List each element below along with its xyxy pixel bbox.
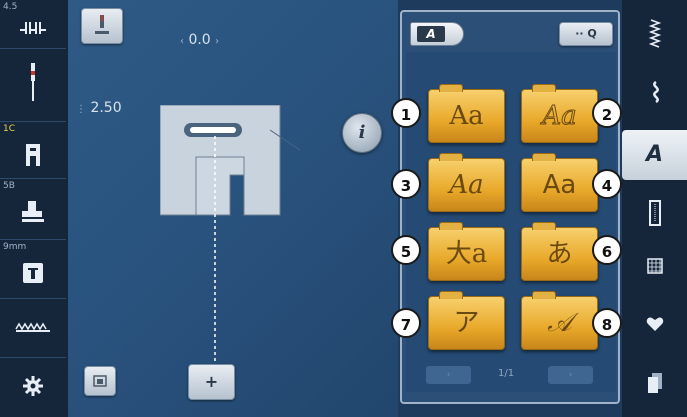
memory-icon <box>647 373 662 393</box>
window-toggle-button[interactable] <box>84 366 116 396</box>
font-5-number: 5 <box>391 235 421 265</box>
presser-foot-icon <box>22 201 44 222</box>
font-2-button[interactable]: Aa <box>521 84 598 143</box>
font-4-sample: Aa <box>542 170 577 200</box>
page-prev-icon: ‹ <box>446 370 451 380</box>
font-2-number: 2 <box>592 98 622 128</box>
feed-dog-button[interactable]: 9mm <box>0 240 66 299</box>
font-3-number: 3 <box>391 169 421 199</box>
font-3-sample: Aa <box>449 170 484 200</box>
font-5-sample: 大a <box>445 239 488 269</box>
stitch-width-value: 0.0 <box>188 32 211 48</box>
alphabets-tab-label: A <box>645 142 664 167</box>
heart-icon <box>646 317 663 331</box>
stitch-plate-button[interactable]: 1C <box>0 122 66 179</box>
needle-position-button[interactable]: 4.5 <box>0 0 66 49</box>
right-toolbar: A <box>622 0 687 417</box>
font-8-number: 8 <box>592 308 622 338</box>
font-8-sample: 𝒜 <box>547 308 572 338</box>
page-indicator: 1/1 <box>498 368 515 379</box>
settings-button[interactable] <box>0 358 66 416</box>
font-2-sample: Aa <box>542 101 577 132</box>
font-1-button[interactable]: Aa <box>428 84 505 143</box>
font-3-button[interactable]: Aa <box>428 153 505 212</box>
font-6-button[interactable]: あ <box>521 222 598 281</box>
font-7-number: 7 <box>391 308 421 338</box>
needle-stop-button[interactable] <box>81 8 123 44</box>
font-1-number: 1 <box>391 98 421 128</box>
font-6-sample: あ <box>546 239 573 269</box>
buttonholes-button[interactable] <box>622 200 687 231</box>
presser-foot-button[interactable]: 5B <box>0 179 66 240</box>
presser-foot-value: 5B <box>3 181 15 191</box>
needle-position-icon <box>20 22 46 34</box>
alphabets-tab[interactable]: A <box>622 130 687 180</box>
font-1-sample: Aa <box>449 101 484 131</box>
gear-icon <box>23 376 43 396</box>
needle-button[interactable] <box>0 49 66 122</box>
stitch-length-value: 2.50 <box>90 100 122 116</box>
page-prev-button[interactable]: ‹ <box>426 366 471 384</box>
stitch-plate-value: 1C <box>3 124 16 134</box>
add-button[interactable]: + <box>188 364 235 400</box>
font-4-button[interactable]: Aa <box>521 153 598 212</box>
page-next-icon: › <box>568 370 573 380</box>
needle-stop-icon <box>95 15 109 34</box>
font-5-button[interactable]: 大a <box>428 222 505 281</box>
presser-foot-preview <box>160 105 301 390</box>
font-4-number: 4 <box>592 169 622 199</box>
window-icon <box>93 375 107 387</box>
alphabet-tab-label: A <box>417 26 445 42</box>
left-toolbar: 4.5 1C 5B 9mm <box>0 0 68 417</box>
practical-stitch-icon <box>648 19 661 48</box>
quilt-stitch-icon <box>646 258 663 274</box>
arrow-right-icon: › <box>215 36 220 47</box>
font-8-button[interactable]: 𝒜 <box>521 291 598 350</box>
feed-dog-value: 9mm <box>3 242 27 252</box>
decorative-stitches-button[interactable] <box>622 80 687 109</box>
font-6-number: 6 <box>592 235 622 265</box>
stitch-length-display: ⋮ 2.50 <box>76 100 122 116</box>
personal-program-button[interactable] <box>622 316 687 337</box>
needle-position-value: 4.5 <box>3 2 18 12</box>
page-next-button[interactable]: › <box>548 366 593 384</box>
decorative-stitch-icon <box>652 80 659 104</box>
stitch-preview-area: ‹ 0.0 › ⋮ 2.50 i + <box>68 0 398 417</box>
arrow-left-icon: ‹ <box>180 36 184 47</box>
practical-stitches-button[interactable] <box>622 18 687 57</box>
memory-button[interactable] <box>622 372 687 399</box>
stitch-plate-icon <box>26 144 40 166</box>
font-7-button[interactable]: ア <box>428 291 505 350</box>
alphabet-tab[interactable]: A <box>410 22 464 46</box>
stitch-pattern-button[interactable] <box>0 299 66 358</box>
info-button[interactable]: i <box>342 113 382 153</box>
font-7-sample: ア <box>453 308 480 338</box>
zoom-button[interactable]: ·· Q <box>559 22 613 46</box>
stitch-width-display: ‹ 0.0 › <box>180 32 219 48</box>
feed-dog-icon <box>23 263 43 283</box>
stitch-length-icon: ⋮ <box>76 104 86 115</box>
zigzag-stitch-icon <box>15 322 50 332</box>
quilt-stitches-button[interactable] <box>622 258 687 279</box>
buttonhole-icon <box>648 200 661 226</box>
needle-icon <box>31 63 35 101</box>
